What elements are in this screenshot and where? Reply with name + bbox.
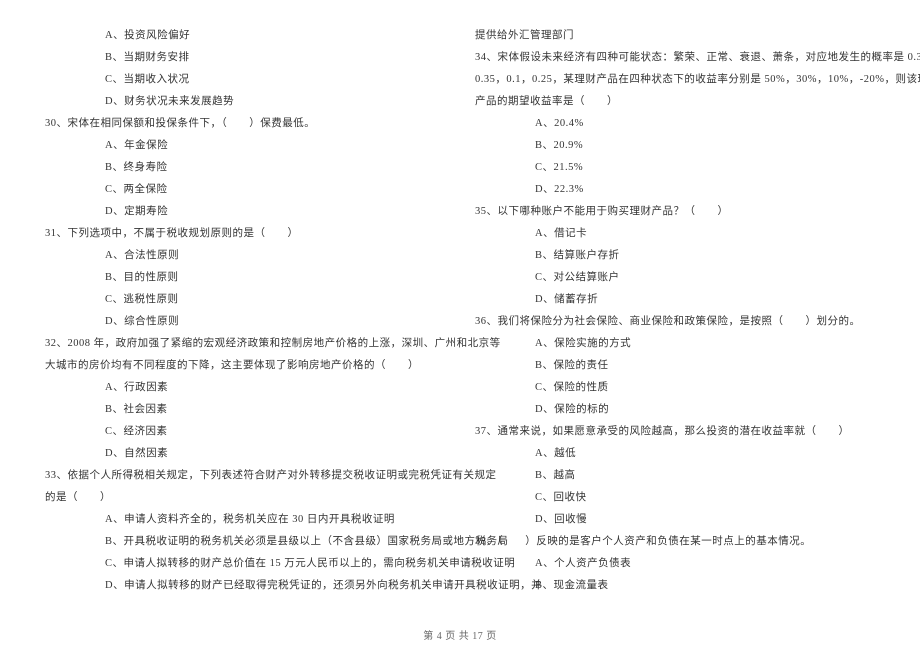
- q35-stem: 35、以下哪种账户不能用于购买理财产品？（ ）: [475, 201, 875, 223]
- q32-option-a: A、行政因素: [45, 377, 445, 399]
- q32-option-c: C、经济因素: [45, 421, 445, 443]
- q30-stem: 30、宋体在相同保额和投保条件下，（ ）保费最低。: [45, 113, 445, 135]
- q36-option-b: B、保险的责任: [475, 355, 875, 377]
- right-column: 提供给外汇管理部门 34、宋体假设未来经济有四种可能状态：繁荣、正常、衰退、萧条…: [460, 25, 890, 620]
- q36-stem: 36、我们将保险分为社会保险、商业保险和政策保险，是按照（ ）划分的。: [475, 311, 875, 333]
- q36-option-c: C、保险的性质: [475, 377, 875, 399]
- q36-option-d: D、保险的标的: [475, 399, 875, 421]
- q32-option-b: B、社会因素: [45, 399, 445, 421]
- q35-option-d: D、储蓄存折: [475, 289, 875, 311]
- q35-option-b: B、结算账户存折: [475, 245, 875, 267]
- q31-option-b: B、目的性原则: [45, 267, 445, 289]
- q34-option-c: C、21.5%: [475, 157, 875, 179]
- q37-option-a: A、越低: [475, 443, 875, 465]
- q29-option-d: D、财务状况未来发展趋势: [45, 91, 445, 113]
- q37-option-d: D、回收慢: [475, 509, 875, 531]
- q38-option-b: B、现金流量表: [475, 575, 875, 597]
- q31-option-c: C、逃税性原则: [45, 289, 445, 311]
- left-column: A、投资风险偏好 B、当期财务安排 C、当期收入状况 D、财务状况未来发展趋势 …: [30, 25, 460, 620]
- q29-option-a: A、投资风险偏好: [45, 25, 445, 47]
- q31-option-d: D、综合性原则: [45, 311, 445, 333]
- q30-option-a: A、年金保险: [45, 135, 445, 157]
- q30-option-c: C、两全保险: [45, 179, 445, 201]
- q31-stem: 31、下列选项中，不属于税收规划原则的是（ ）: [45, 223, 445, 245]
- page-footer: 第 4 页 共 17 页: [0, 627, 920, 642]
- q33-option-c: C、申请人拟转移的财产总价值在 15 万元人民币以上的，需向税务机关申请税收证明: [45, 553, 445, 575]
- q33-stem-cont: 提供给外汇管理部门: [475, 25, 875, 47]
- q37-option-b: B、越高: [475, 465, 875, 487]
- page-body: A、投资风险偏好 B、当期财务安排 C、当期收入状况 D、财务状况未来发展趋势 …: [0, 0, 920, 620]
- q35-option-a: A、借记卡: [475, 223, 875, 245]
- q34-stem-line3: 产品的期望收益率是（ ）: [475, 91, 875, 113]
- q34-option-a: A、20.4%: [475, 113, 875, 135]
- q32-stem-line1: 32、2008 年，政府加强了紧缩的宏观经济政策和控制房地产价格的上涨，深圳、广…: [45, 333, 445, 355]
- q37-stem: 37、通常来说，如果愿意承受的风险越高，那么投资的潜在收益率就（ ）: [475, 421, 875, 443]
- q30-option-b: B、终身寿险: [45, 157, 445, 179]
- q34-option-d: D、22.3%: [475, 179, 875, 201]
- q38-option-a: A、个人资产负债表: [475, 553, 875, 575]
- q29-option-c: C、当期收入状况: [45, 69, 445, 91]
- q30-option-d: D、定期寿险: [45, 201, 445, 223]
- q35-option-c: C、对公结算账户: [475, 267, 875, 289]
- q34-stem-line1: 34、宋体假设未来经济有四种可能状态：繁荣、正常、衰退、萧条，对应地发生的概率是…: [475, 47, 875, 69]
- q34-option-b: B、20.9%: [475, 135, 875, 157]
- q32-option-d: D、自然因素: [45, 443, 445, 465]
- q33-option-a: A、申请人资料齐全的，税务机关应在 30 日内开具税收证明: [45, 509, 445, 531]
- q33-option-b: B、开具税收证明的税务机关必须是县级以上（不含县级）国家税务局或地方税务局: [45, 531, 445, 553]
- q33-option-d: D、申请人拟转移的财产已经取得完税凭证的，还须另外向税务机关申请开具税收证明，并: [45, 575, 445, 597]
- q33-stem-line1: 33、依据个人所得税相关规定，下列表述符合财产对外转移提交税收证明或完税凭证有关…: [45, 465, 445, 487]
- q31-option-a: A、合法性原则: [45, 245, 445, 267]
- q36-option-a: A、保险实施的方式: [475, 333, 875, 355]
- q29-option-b: B、当期财务安排: [45, 47, 445, 69]
- q33-stem-line2: 的是（ ）: [45, 487, 445, 509]
- q34-stem-line2: 0.35，0.1，0.25，某理财产品在四种状态下的收益率分别是 50%，30%…: [475, 69, 875, 91]
- q38-stem: 38、（ ）反映的是客户个人资产和负债在某一时点上的基本情况。: [475, 531, 875, 553]
- q37-option-c: C、回收快: [475, 487, 875, 509]
- q32-stem-line2: 大城市的房价均有不同程度的下降，这主要体现了影响房地产价格的（ ）: [45, 355, 445, 377]
